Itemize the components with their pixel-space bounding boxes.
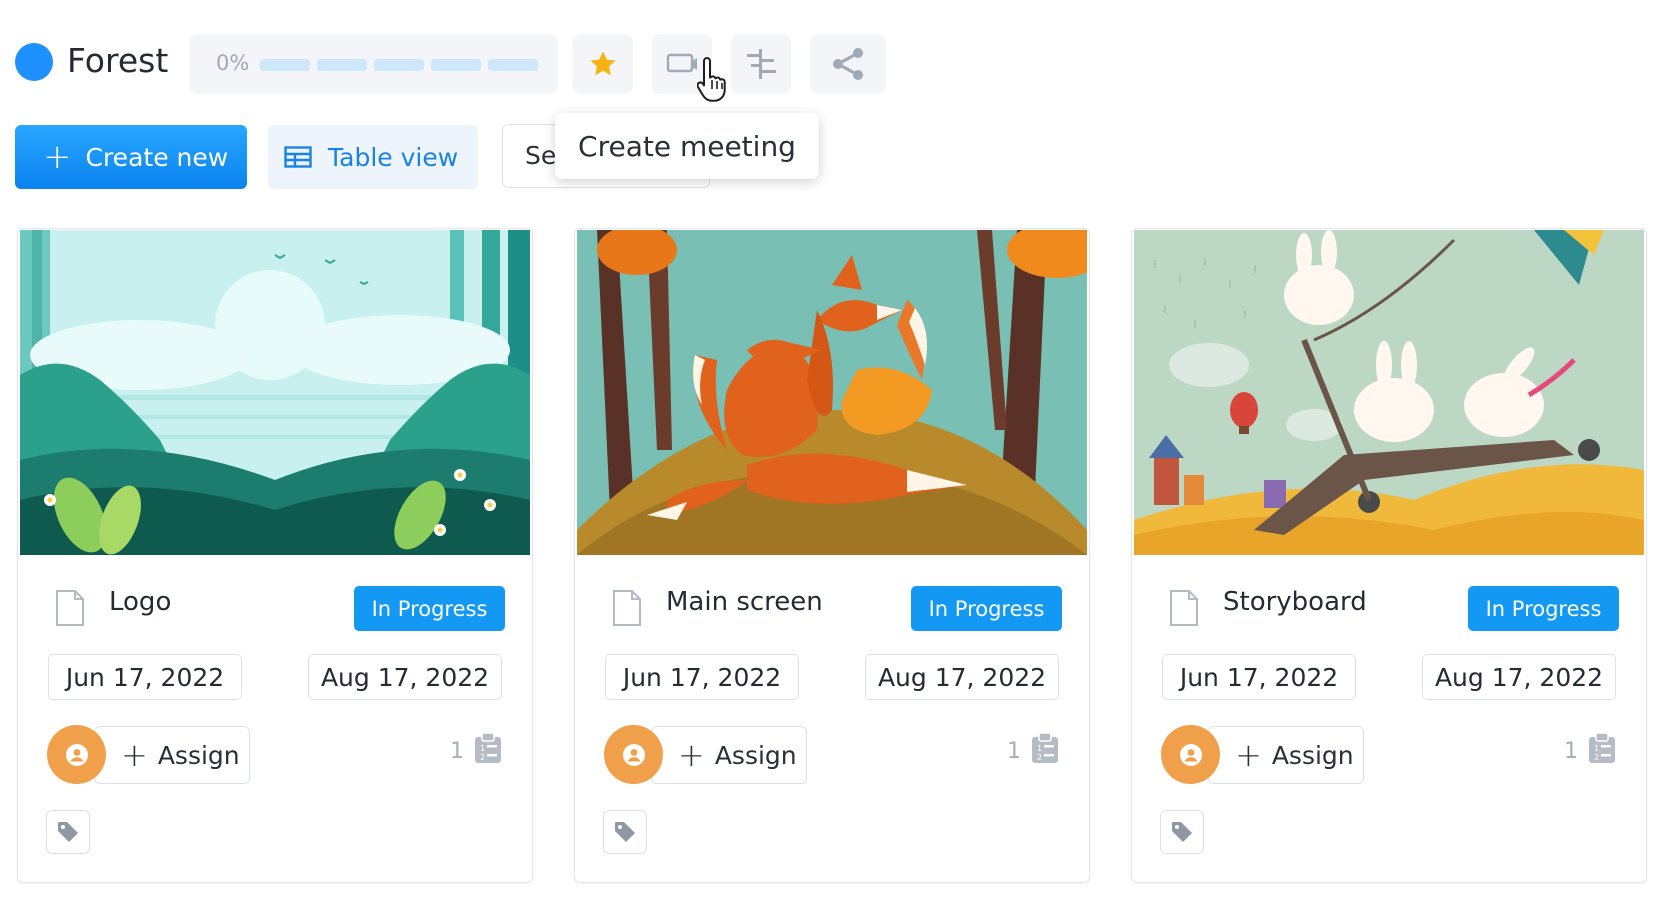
favorite-button[interactable] bbox=[573, 34, 633, 94]
status-badge[interactable]: In Progress bbox=[1468, 586, 1619, 631]
start-date[interactable]: Jun 17, 2022 bbox=[605, 654, 799, 700]
document-icon bbox=[613, 590, 641, 626]
card-cover-image[interactable] bbox=[20, 230, 530, 555]
star-icon bbox=[590, 51, 616, 76]
assign-label: Assign bbox=[1271, 740, 1354, 770]
assign-button[interactable]: + Assign bbox=[651, 726, 807, 784]
avatar[interactable] bbox=[1161, 725, 1220, 784]
table-view-label: Table view bbox=[328, 142, 459, 172]
progress-segment bbox=[374, 59, 424, 71]
checklist-icon[interactable]: 1 2 bbox=[1587, 732, 1617, 764]
progress-percent: 0% bbox=[216, 51, 250, 75]
tag-icon bbox=[615, 822, 635, 842]
svg-text:2: 2 bbox=[1037, 753, 1042, 762]
svg-text:2: 2 bbox=[1594, 753, 1599, 762]
svg-text:2: 2 bbox=[480, 753, 485, 762]
plus-icon: + bbox=[1235, 736, 1262, 774]
card-title[interactable]: Logo bbox=[109, 587, 171, 617]
share-button[interactable] bbox=[810, 34, 886, 94]
tag-icon bbox=[58, 822, 78, 842]
project-color-dot bbox=[15, 43, 53, 81]
tag-button[interactable] bbox=[603, 810, 647, 854]
tag-button[interactable] bbox=[46, 810, 90, 854]
assign-label: Assign bbox=[157, 740, 240, 770]
svg-text:1: 1 bbox=[1594, 744, 1599, 753]
create-meeting-icon bbox=[666, 53, 697, 73]
checklist-count: 1 bbox=[1007, 739, 1021, 764]
user-icon bbox=[1179, 743, 1202, 766]
svg-text:1: 1 bbox=[480, 744, 485, 753]
gantt-icon bbox=[747, 49, 776, 79]
user-icon bbox=[622, 743, 645, 766]
task-card[interactable]: Storyboard In Progress Jun 17, 2022 Aug … bbox=[1131, 228, 1647, 883]
status-badge[interactable]: In Progress bbox=[354, 586, 505, 631]
start-date[interactable]: Jun 17, 2022 bbox=[1162, 654, 1356, 700]
fox-illustration bbox=[577, 230, 1087, 555]
progress-segment bbox=[488, 59, 538, 71]
share-icon bbox=[833, 48, 863, 80]
plus-icon: + bbox=[43, 137, 72, 177]
gantt-button[interactable] bbox=[731, 34, 791, 94]
card-title[interactable]: Storyboard bbox=[1223, 587, 1367, 617]
end-date[interactable]: Aug 17, 2022 bbox=[865, 654, 1059, 700]
assign-button[interactable]: + Assign bbox=[94, 726, 250, 784]
svg-text:1: 1 bbox=[1037, 744, 1042, 753]
start-date[interactable]: Jun 17, 2022 bbox=[48, 654, 242, 700]
status-badge[interactable]: In Progress bbox=[911, 586, 1062, 631]
tag-icon bbox=[1172, 822, 1192, 842]
end-date[interactable]: Aug 17, 2022 bbox=[308, 654, 502, 700]
table-view-button[interactable]: Table view bbox=[268, 125, 478, 189]
create-meeting-tooltip: Create meeting bbox=[555, 113, 819, 179]
document-icon bbox=[56, 590, 84, 626]
plus-icon: + bbox=[121, 736, 148, 774]
progress-segment bbox=[260, 59, 310, 71]
user-icon bbox=[65, 743, 88, 766]
plus-icon: + bbox=[678, 736, 705, 774]
checklist-icon[interactable]: 1 2 bbox=[1030, 732, 1060, 764]
avatar[interactable] bbox=[47, 725, 106, 784]
checklist-count: 1 bbox=[450, 739, 464, 764]
forest-illustration bbox=[20, 230, 530, 555]
create-meeting-button[interactable] bbox=[652, 34, 712, 94]
project-progress: 0% bbox=[190, 34, 558, 94]
project-title[interactable]: Forest bbox=[67, 38, 168, 84]
avatar[interactable] bbox=[604, 725, 663, 784]
checklist-icon[interactable]: 1 2 bbox=[473, 732, 503, 764]
checklist-count: 1 bbox=[1564, 739, 1578, 764]
task-card[interactable]: Main screen In Progress Jun 17, 2022 Aug… bbox=[574, 228, 1090, 883]
progress-segment bbox=[431, 59, 481, 71]
bunnies-illustration bbox=[1134, 230, 1644, 555]
tag-button[interactable] bbox=[1160, 810, 1204, 854]
table-icon bbox=[284, 146, 312, 168]
document-icon bbox=[1170, 590, 1198, 626]
card-title[interactable]: Main screen bbox=[666, 587, 823, 617]
create-new-label: Create new bbox=[85, 142, 229, 172]
end-date[interactable]: Aug 17, 2022 bbox=[1422, 654, 1616, 700]
create-new-button[interactable]: + Create new bbox=[15, 125, 247, 189]
progress-segment bbox=[317, 59, 367, 71]
card-cover-image[interactable] bbox=[1134, 230, 1644, 555]
task-card[interactable]: Logo In Progress Jun 17, 2022 Aug 17, 20… bbox=[17, 228, 533, 883]
progress-bar bbox=[260, 59, 538, 71]
assign-label: Assign bbox=[714, 740, 797, 770]
assign-button[interactable]: + Assign bbox=[1208, 726, 1364, 784]
card-cover-image[interactable] bbox=[577, 230, 1087, 555]
